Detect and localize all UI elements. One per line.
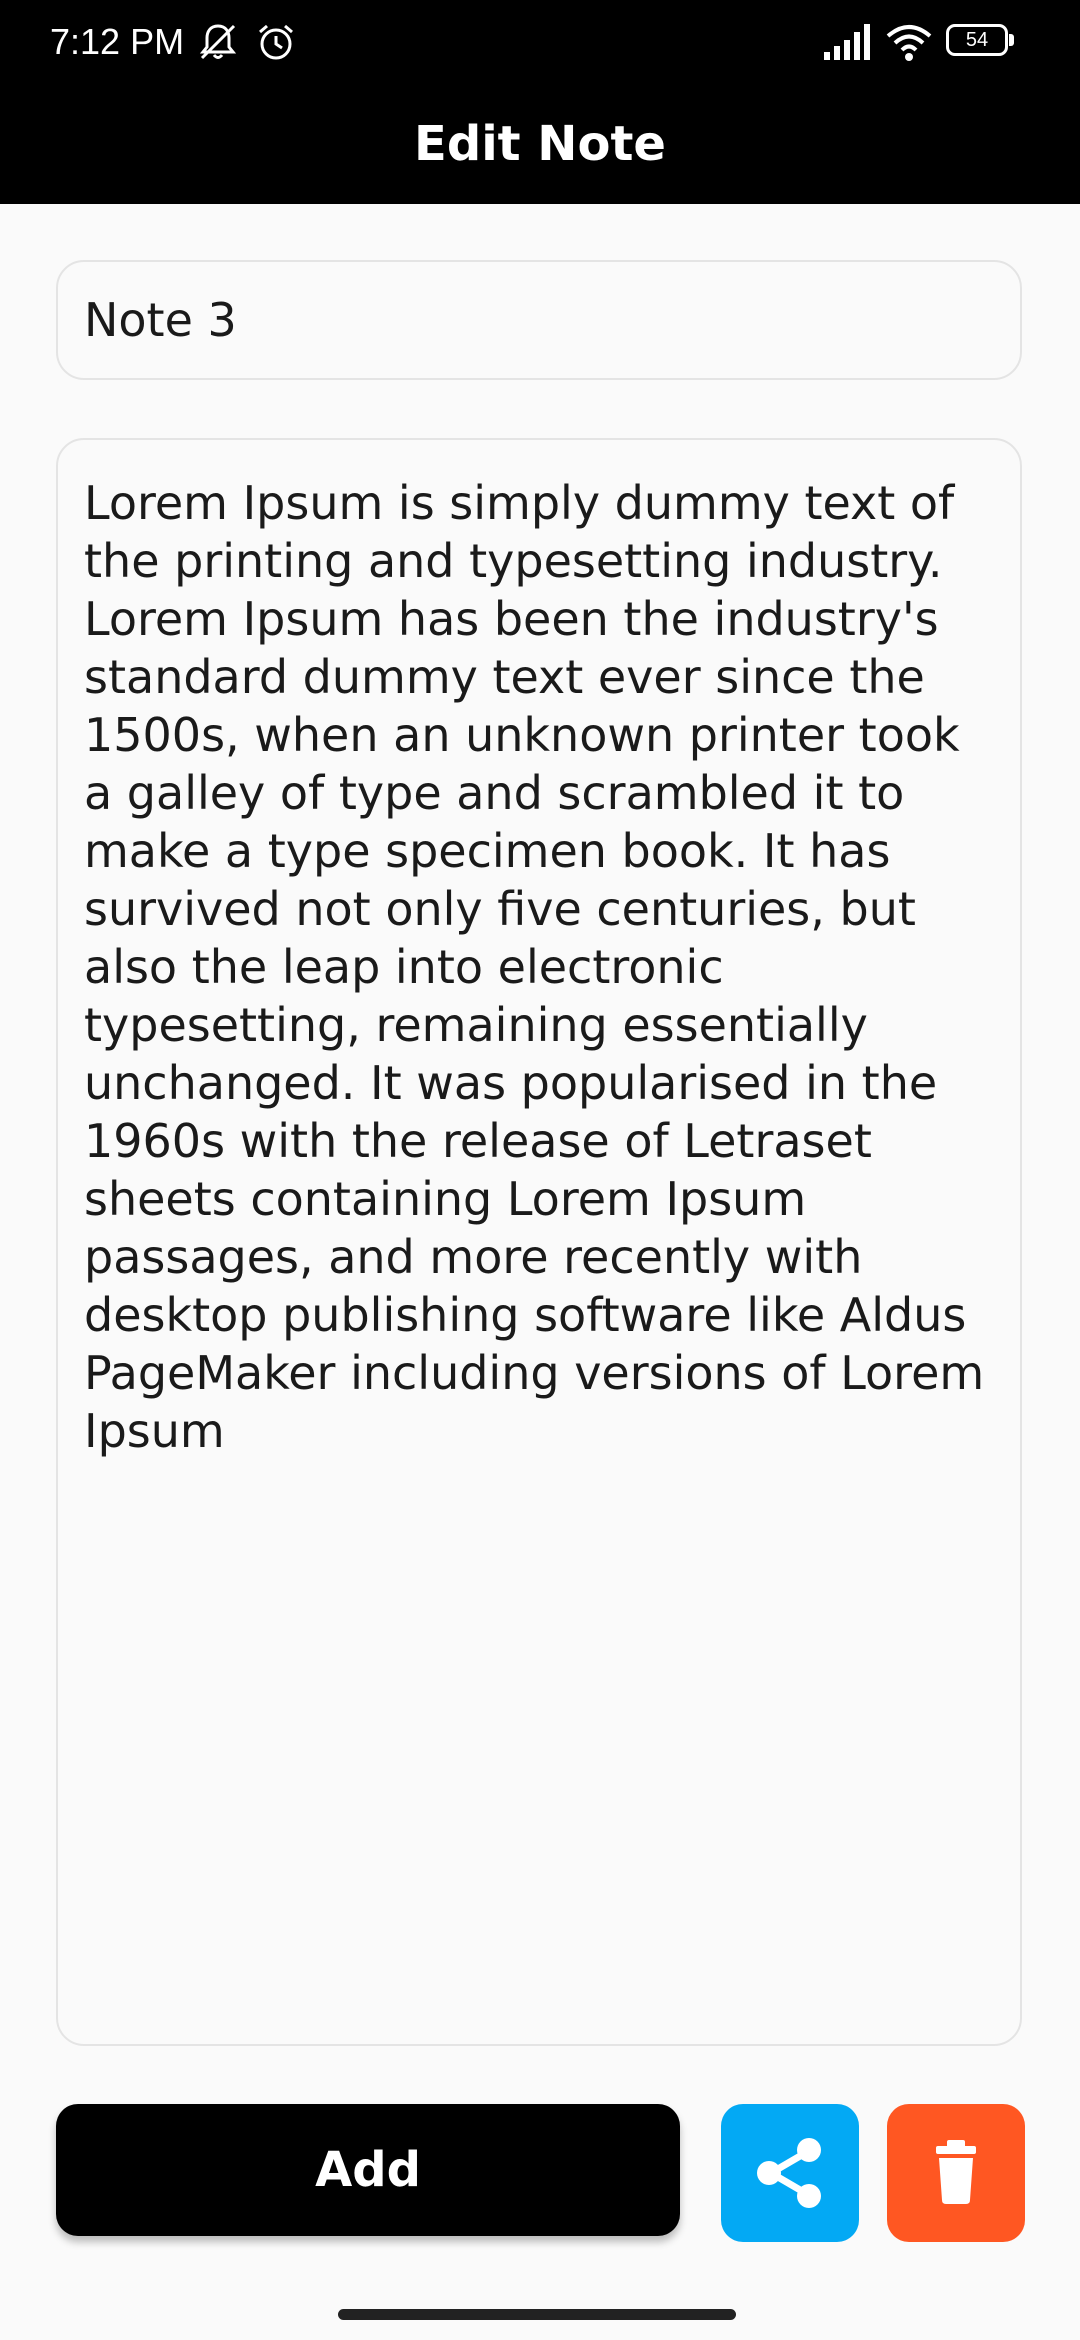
add-button[interactable]: Add (56, 2104, 680, 2236)
signal-icon (824, 24, 870, 60)
battery-icon: 54 (946, 24, 1018, 60)
status-bar: 7:12 PM 54 (0, 0, 1080, 84)
share-button[interactable] (721, 2104, 859, 2242)
battery-level: 54 (965, 29, 989, 51)
page-title: Edit Note (414, 116, 666, 172)
wifi-icon (886, 25, 932, 61)
app-bar: Edit Note (0, 84, 1080, 204)
trash-icon (936, 2140, 976, 2204)
note-body-textarea[interactable]: Lorem Ipsum is simply dummy text of the … (56, 438, 1022, 2046)
note-title-input[interactable]: Note 3 (56, 260, 1022, 380)
muted-bell-icon (199, 24, 237, 60)
home-indicator[interactable] (338, 2309, 736, 2320)
delete-button[interactable] (887, 2104, 1025, 2242)
share-icon (757, 2138, 821, 2208)
status-time: 7:12 PM (50, 21, 185, 62)
alarm-icon (259, 24, 293, 60)
